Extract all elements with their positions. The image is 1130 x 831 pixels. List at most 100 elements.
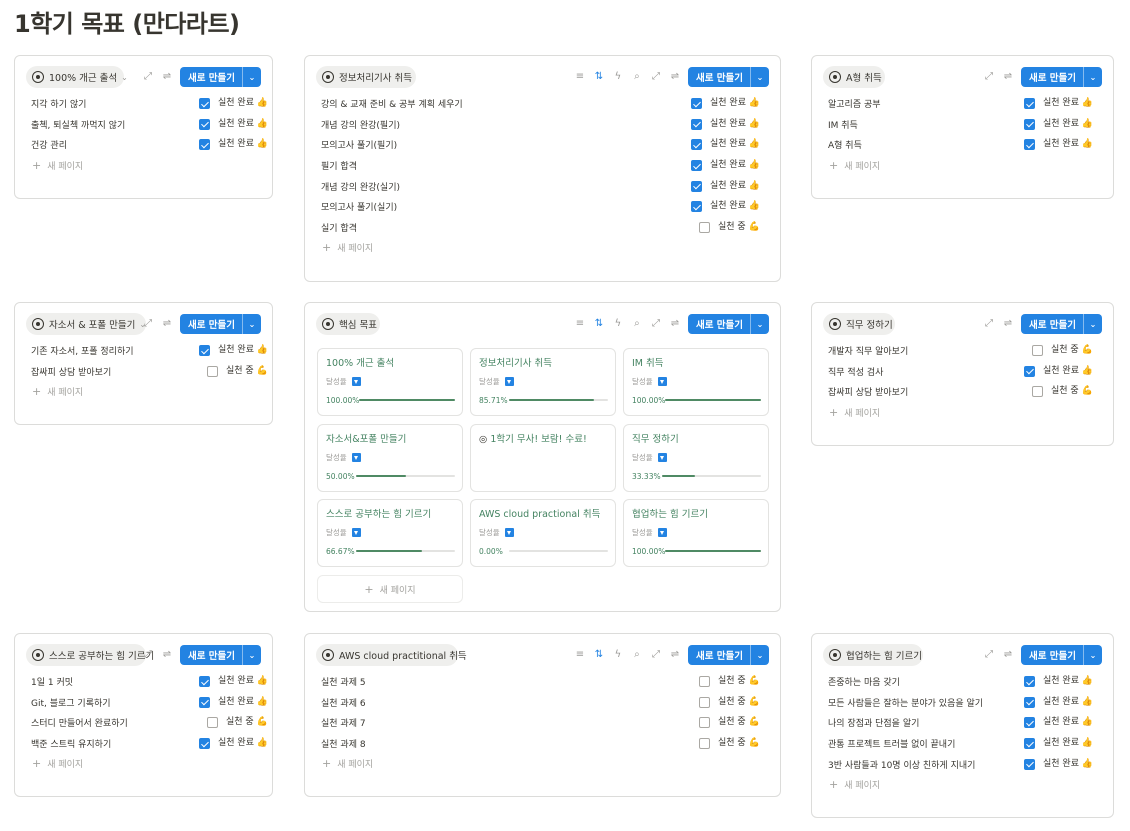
done-checkbox[interactable] <box>1024 365 1035 377</box>
new-button[interactable]: 새로 만들기 ⌄ <box>687 314 769 334</box>
new-button[interactable]: 새로 만들기 ⌄ <box>687 645 769 665</box>
expand-icon[interactable]: ⤢ <box>983 649 995 661</box>
filter-icon[interactable]: ≡ <box>574 71 586 83</box>
list-item[interactable]: Git, 블로그 기록하기 실천 완료 👍 <box>31 692 268 713</box>
new-page-button[interactable]: + 새 페이지 <box>31 155 256 175</box>
gallery-card[interactable]: AWS cloud practional 취득 달성율 0.00% <box>470 499 616 567</box>
new-button[interactable]: 새로 만들기 ⌄ <box>1020 67 1102 87</box>
view-tab[interactable]: 스스로 공부하는 힘 기르기 <box>26 644 154 666</box>
done-checkbox[interactable] <box>1024 717 1035 729</box>
search-icon[interactable]: ⌕ <box>631 71 643 83</box>
done-checkbox[interactable] <box>199 139 210 151</box>
list-item[interactable]: 스터디 만들어서 완료하기 실천 중 💪 <box>31 712 268 733</box>
done-checkbox[interactable] <box>1032 386 1043 398</box>
view-tab[interactable]: 직무 정하기 <box>823 313 895 335</box>
list-item[interactable]: 강의 & 교재 준비 & 공부 계획 세우기 실천 완료 👍 <box>321 93 764 114</box>
done-checkbox[interactable] <box>691 98 702 109</box>
automation-icon[interactable]: ϟ <box>612 318 624 330</box>
done-checkbox[interactable] <box>691 180 702 192</box>
chevron-down-icon[interactable]: ⌄ <box>1083 314 1102 334</box>
done-checkbox[interactable] <box>699 717 710 729</box>
search-icon[interactable]: ⌕ <box>631 318 643 330</box>
list-item[interactable]: 개발자 직무 알아보기 실천 중 💪 <box>828 340 1097 361</box>
done-checkbox[interactable] <box>1024 139 1035 151</box>
gallery-card[interactable]: 자소서&포폴 만들기 달성율 50.00% <box>317 424 463 492</box>
view-tab[interactable]: 정보처리기사 취득 <box>316 66 416 88</box>
new-page-button[interactable]: + 새 페이지 <box>828 155 1097 175</box>
settings-icon[interactable]: ⇌ <box>161 71 173 83</box>
view-tab[interactable]: A형 취득 <box>823 66 885 88</box>
expand-icon[interactable]: ⤢ <box>650 649 662 661</box>
done-checkbox[interactable] <box>691 118 702 130</box>
done-checkbox[interactable] <box>207 365 218 377</box>
new-button[interactable]: 새로 만들기 ⌄ <box>179 314 261 334</box>
done-checkbox[interactable] <box>199 676 210 687</box>
new-button[interactable]: 새로 만들기 ⌄ <box>179 645 261 665</box>
sort-icon[interactable]: ⇅ <box>593 318 605 330</box>
list-item[interactable]: 1일 1 커밋 실천 완료 👍 <box>31 671 268 692</box>
expand-icon[interactable]: ⤢ <box>142 318 154 330</box>
list-item[interactable]: 기존 자소서, 포폴 정리하기 실천 완료 👍 <box>31 340 268 361</box>
new-page-button[interactable]: + 새 페이지 <box>828 774 1097 794</box>
list-item[interactable]: 모든 사람들은 잘하는 분야가 있음을 알기 실천 완료 👍 <box>828 692 1097 713</box>
new-button[interactable]: 새로 만들기 ⌄ <box>1020 645 1102 665</box>
chevron-down-icon[interactable]: ⌄ <box>750 67 769 87</box>
settings-icon[interactable]: ⇌ <box>669 318 681 330</box>
done-checkbox[interactable] <box>1024 98 1035 109</box>
done-checkbox[interactable] <box>1024 696 1035 708</box>
list-item[interactable]: 관통 프로젝트 트러블 없이 끝내기 실천 완료 👍 <box>828 733 1097 754</box>
gallery-card[interactable]: 협업하는 힘 기르기 달성율 100.00% <box>623 499 769 567</box>
expand-icon[interactable]: ⤢ <box>983 71 995 83</box>
chevron-down-icon[interactable]: ⌄ <box>1083 645 1102 665</box>
new-page-button[interactable]: + 새 페이지 <box>31 381 256 401</box>
settings-icon[interactable]: ⇌ <box>1002 71 1014 83</box>
list-item[interactable]: 건강 관리 실천 완료 👍 <box>31 134 268 155</box>
new-page-button[interactable]: + 새 페이지 <box>31 754 256 774</box>
expand-icon[interactable]: ⤢ <box>650 71 662 83</box>
done-checkbox[interactable] <box>1024 676 1035 687</box>
list-item[interactable]: 잡싸피 상담 받아보기 실천 중 💪 <box>828 381 1097 402</box>
list-item[interactable]: 실천 과제 7 실천 중 💪 <box>321 712 764 733</box>
sort-icon[interactable]: ⇅ <box>593 649 605 661</box>
done-checkbox[interactable] <box>699 222 710 234</box>
settings-icon[interactable]: ⇌ <box>669 649 681 661</box>
automation-icon[interactable]: ϟ <box>612 649 624 661</box>
settings-icon[interactable]: ⇌ <box>161 649 173 661</box>
list-item[interactable]: 3반 사람들과 10명 이상 친하게 지내기 실천 완료 👍 <box>828 754 1097 775</box>
settings-icon[interactable]: ⇌ <box>1002 318 1014 330</box>
done-checkbox[interactable] <box>1032 345 1043 356</box>
expand-icon[interactable]: ⤢ <box>142 649 154 661</box>
view-tab[interactable]: 100% 개근 출석 ⌄ <box>26 66 128 88</box>
list-item[interactable]: 출첵, 퇴실첵 까먹지 않기 실천 완료 👍 <box>31 114 268 135</box>
sort-icon[interactable]: ⇅ <box>593 71 605 83</box>
list-item[interactable]: 나의 장점과 단점을 알기 실천 완료 👍 <box>828 712 1097 733</box>
new-button[interactable]: 새로 만들기 ⌄ <box>179 67 261 87</box>
view-tab[interactable]: 핵심 목표 <box>316 313 380 335</box>
chevron-down-icon[interactable]: ⌄ <box>242 314 261 334</box>
chevron-down-icon[interactable]: ⌄ <box>1083 67 1102 87</box>
view-tab[interactable]: 자소서 & 포폴 만들기 ⌄ <box>26 313 146 335</box>
done-checkbox[interactable] <box>199 345 210 356</box>
chevron-down-icon[interactable]: ⌄ <box>750 645 769 665</box>
new-button[interactable]: 새로 만들기 ⌄ <box>687 67 769 87</box>
settings-icon[interactable]: ⇌ <box>669 71 681 83</box>
chevron-down-icon[interactable]: ⌄ <box>242 645 261 665</box>
done-checkbox[interactable] <box>691 160 702 172</box>
list-item[interactable]: 필기 합격 실천 완료 👍 <box>321 155 764 176</box>
done-checkbox[interactable] <box>699 676 710 687</box>
list-item[interactable]: 모의고사 풀기(실기) 실천 완료 👍 <box>321 196 764 217</box>
done-checkbox[interactable] <box>691 201 702 213</box>
done-checkbox[interactable] <box>699 696 710 708</box>
gallery-card[interactable]: 스스로 공부하는 힘 기르기 달성율 66.67% <box>317 499 463 567</box>
done-checkbox[interactable] <box>199 738 210 750</box>
chevron-down-icon[interactable]: ⌄ <box>121 73 128 82</box>
expand-icon[interactable]: ⤢ <box>650 318 662 330</box>
view-tab[interactable]: AWS cloud practitional 취득 <box>316 644 467 666</box>
done-checkbox[interactable] <box>1024 118 1035 130</box>
gallery-card[interactable]: 정보처리기사 취득 달성율 85.71% <box>470 348 616 416</box>
new-page-button[interactable]: + 새 페이지 <box>321 238 764 258</box>
settings-icon[interactable]: ⇌ <box>1002 649 1014 661</box>
list-item[interactable]: 백준 스트릭 유지하기 실천 완료 👍 <box>31 733 268 754</box>
list-item[interactable]: 실천 과제 6 실천 중 💪 <box>321 692 764 713</box>
done-checkbox[interactable] <box>699 738 710 750</box>
